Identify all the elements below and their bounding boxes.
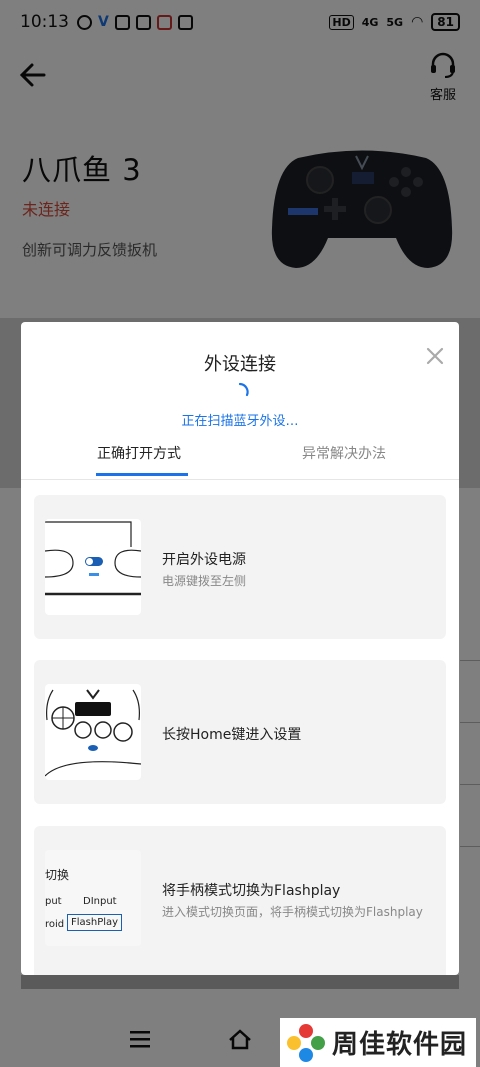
close-icon[interactable] <box>423 344 447 368</box>
dialog-title: 外设连接 <box>204 354 276 375</box>
power-switch-image <box>45 519 141 615</box>
mode-image-flashplay: FlashPlay <box>67 914 123 931</box>
step-title: 长按Home键进入设置 <box>162 727 302 743</box>
sheet-shadow <box>21 975 459 989</box>
tab-troubleshooting[interactable]: 异常解决办法 <box>289 437 399 479</box>
mode-image-title: 切换 <box>45 868 70 882</box>
home-button-image <box>45 684 141 780</box>
mode-image-roid: roid <box>45 919 65 930</box>
pinwheel-logo-icon <box>287 1023 325 1062</box>
tab-bar: 正确打开方式 异常解决办法 <box>21 437 459 480</box>
loading-spinner-icon <box>238 382 249 397</box>
scanning-status: 正在扫描蓝牙外设… <box>181 414 299 429</box>
controller-top-illustration <box>45 689 141 777</box>
watermark-logo: 周佳软件园 <box>280 1018 476 1067</box>
step-card: 长按Home键进入设置 <box>34 660 446 804</box>
peripheral-connect-dialog: 外设连接 正在扫描蓝牙外设… 正确打开方式 异常解决办法 开启外设电源 电源键拨… <box>21 322 459 975</box>
step-card: 开启外设电源 电源键拨至左侧 <box>34 495 446 639</box>
tab-active-indicator <box>96 473 188 476</box>
step-card: 切换 put DInput roid FlashPlay 将手柄模式切换为Fla… <box>34 826 446 975</box>
watermark-text: 周佳软件园 <box>332 1030 468 1060</box>
mode-switch-image: 切换 put DInput roid FlashPlay <box>45 850 141 946</box>
mode-image-dinput: DInput <box>83 896 117 907</box>
mode-image-put: put <box>45 896 62 907</box>
step-title: 将手柄模式切换为Flashplay <box>162 883 341 899</box>
step-subtitle: 电源键拨至左侧 <box>162 574 247 588</box>
power-switch-illustration <box>45 521 141 596</box>
step-title: 开启外设电源 <box>162 552 246 568</box>
step-subtitle: 进入模式切换页面，将手柄模式切换为Flashplay <box>162 905 423 919</box>
